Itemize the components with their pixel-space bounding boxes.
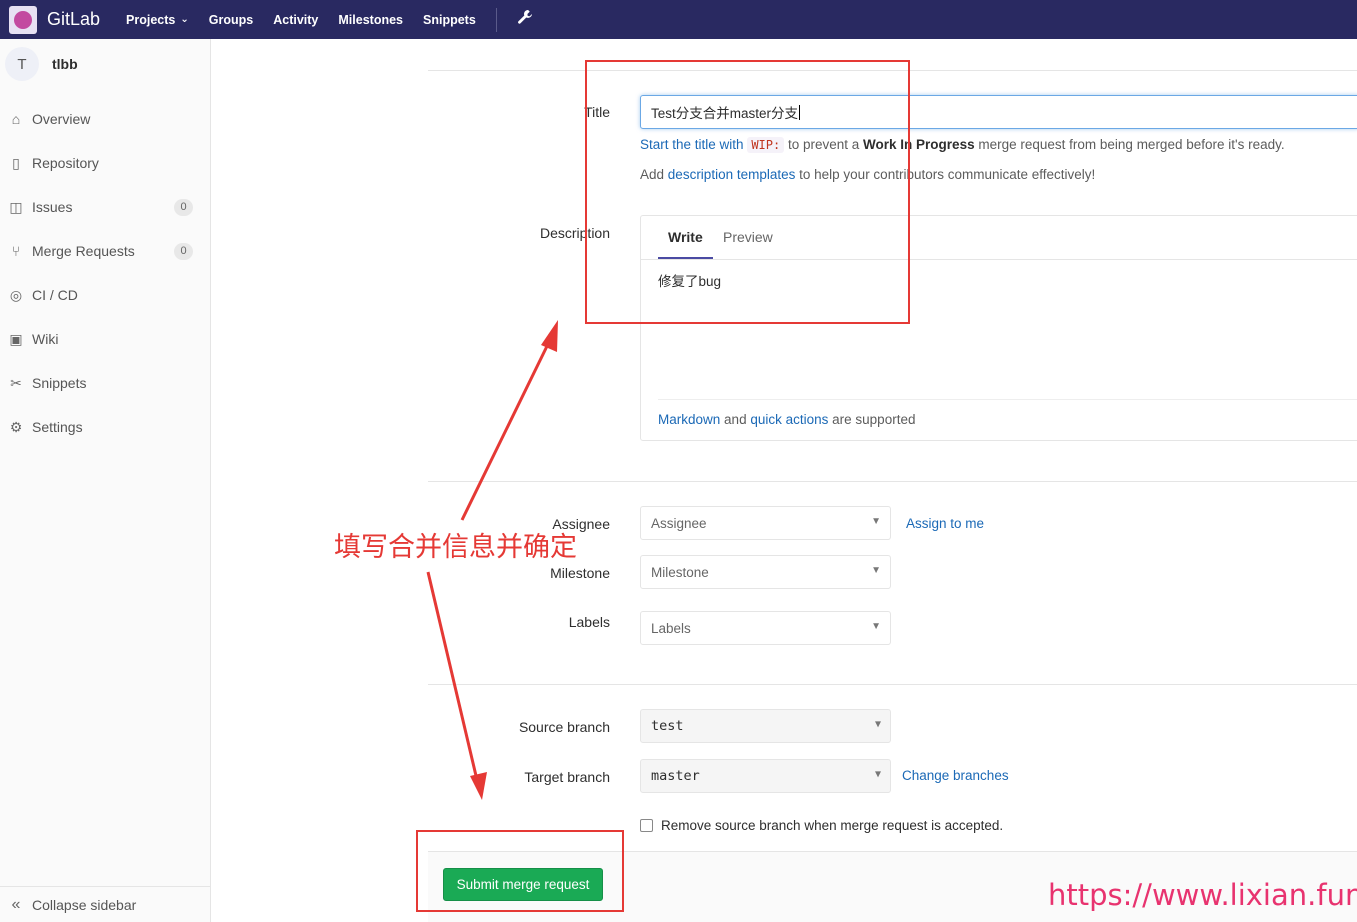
project-avatar: T: [5, 47, 39, 81]
sidebar-item-issues[interactable]: ◫ Issues 0: [0, 185, 211, 229]
admin-wrench-icon[interactable]: [517, 9, 533, 30]
milestone-select[interactable]: Milestone ▼: [640, 555, 891, 589]
description-label: Description: [539, 225, 610, 241]
nav-divider: [495, 7, 497, 32]
project-sidebar: T tlbb ⌂ Overview ▯ Repository ◫ Issues 0 ⑂…: [0, 39, 211, 922]
divider: [428, 684, 1357, 685]
remove-source-branch-checkbox[interactable]: [640, 819, 653, 832]
home-icon: ⌂: [11, 111, 21, 127]
project-header[interactable]: T tlbb: [5, 47, 78, 81]
sidebar-item-snippets[interactable]: ✂ Snippets: [0, 361, 211, 405]
sidebar-item-settings[interactable]: ⚙ Settings: [0, 405, 211, 449]
markdown-link[interactable]: Markdown: [658, 412, 720, 427]
chevron-down-icon: ▼: [871, 516, 881, 527]
annotation-highlight-box: [585, 60, 910, 324]
rocket-icon: ◎: [9, 286, 23, 303]
scissors-icon: ✂: [10, 374, 22, 391]
gitlab-logo-icon: [9, 5, 37, 34]
merge-request-icon: ⑂: [11, 243, 21, 259]
sidebar-item-ci-cd[interactable]: ◎ CI / CD: [0, 273, 211, 317]
target-branch-select: master ▼: [640, 759, 891, 793]
sidebar-item-overview[interactable]: ⌂ Overview: [0, 97, 211, 141]
issues-count-badge: 0: [174, 198, 193, 216]
file-icon: ▯: [12, 154, 20, 171]
labels-select[interactable]: Labels ▼: [640, 611, 891, 645]
gitlab-logo[interactable]: GitLab: [9, 0, 100, 39]
change-branches-link[interactable]: Change branches: [902, 768, 1009, 783]
chevron-down-icon: ▼: [871, 565, 881, 576]
nav-projects[interactable]: Projects ⌄: [126, 13, 189, 27]
annotation-arrow-down: [426, 571, 479, 781]
chevron-down-icon: ▼: [871, 621, 881, 632]
merge-requests-count-badge: 0: [174, 242, 193, 260]
issues-icon: ◫: [9, 198, 23, 215]
double-chevron-left-icon: «: [11, 895, 21, 913]
source-branch-select: test ▼: [640, 709, 891, 743]
quick-actions-link[interactable]: quick actions: [750, 412, 828, 427]
nav-snippets[interactable]: Snippets: [423, 13, 476, 27]
project-name: tlbb: [52, 56, 78, 72]
title-label: Title: [584, 104, 610, 120]
labels-label: Labels: [568, 614, 610, 630]
chevron-down-icon: ▼: [874, 769, 881, 780]
sidebar-item-repository[interactable]: ▯ Repository: [0, 141, 211, 185]
annotation-arrowhead-up: [541, 320, 558, 352]
milestone-label: Milestone: [550, 565, 610, 581]
source-branch-label: Source branch: [518, 719, 610, 735]
gear-icon: ⚙: [9, 418, 23, 435]
remove-source-branch-option[interactable]: Remove source branch when merge request …: [640, 818, 1003, 833]
assignee-select[interactable]: Assignee ▼: [640, 506, 891, 540]
sidebar-item-merge-requests[interactable]: ⑂ Merge Requests 0: [0, 229, 211, 273]
brand-name: GitLab: [47, 9, 101, 29]
chevron-down-icon: ▼: [874, 719, 881, 730]
annotation-highlight-box: [416, 830, 624, 912]
markdown-help: Markdown and quick actions are supported: [658, 399, 1357, 427]
collapse-sidebar-button[interactable]: «Collapse sidebar: [0, 886, 211, 922]
assign-to-me-link[interactable]: Assign to me: [906, 516, 984, 531]
annotation-text: 填写合并信息并确定: [334, 532, 577, 563]
sidebar-item-wiki[interactable]: ▣ Wiki: [0, 317, 211, 361]
target-branch-label: Target branch: [524, 769, 610, 785]
divider: [428, 481, 1357, 482]
chevron-down-icon: ⌄: [180, 14, 189, 25]
nav-milestones[interactable]: Milestones: [338, 13, 403, 27]
nav-activity[interactable]: Activity: [273, 13, 318, 27]
top-navbar: GitLab Projects ⌄ Groups Activity Milesto…: [0, 0, 1357, 39]
watermark: https://www.lixian.fun: [1048, 878, 1357, 912]
annotation-arrow-up: [460, 339, 552, 521]
book-icon: ▣: [9, 330, 23, 347]
nav-groups[interactable]: Groups: [209, 13, 253, 27]
